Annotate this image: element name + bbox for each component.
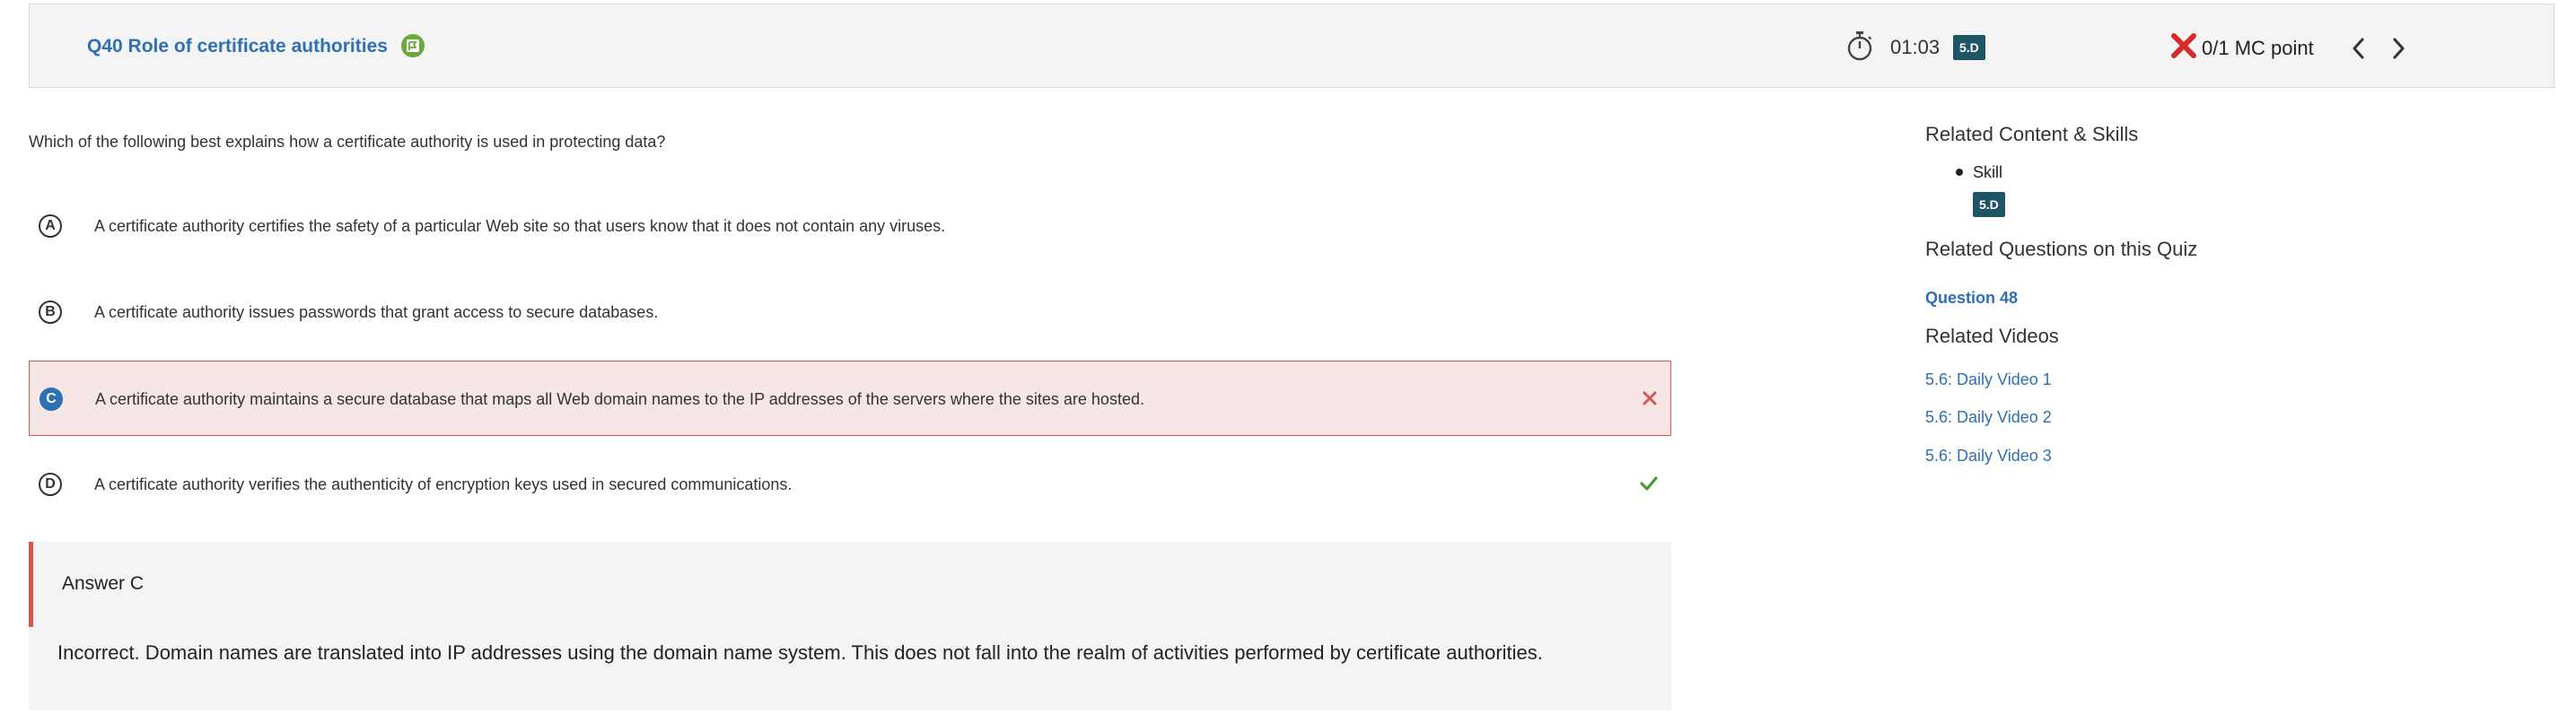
skill-badge: 5.D <box>1953 35 1985 60</box>
stopwatch-icon <box>1847 31 1872 61</box>
option-b-text: A certificate authority issues passwords… <box>94 303 659 321</box>
option-c-text: A certificate authority maintains a secu… <box>95 390 1144 408</box>
related-content-heading: Related Content & Skills <box>1925 123 2139 145</box>
option-a[interactable]: A A certificate authority certifies the … <box>29 188 1671 264</box>
quiz-review-page: Q40 Role of certificate authorities 01:0… <box>0 0 2576 714</box>
answer-panel: Answer C Incorrect. Domain names are tra… <box>29 542 1671 710</box>
option-d-letter: D <box>39 473 62 496</box>
option-d-text: A certificate authority verifies the aut… <box>94 475 793 493</box>
x-mark-icon <box>1643 391 1657 405</box>
timer-value: 01:03 <box>1890 36 1941 58</box>
answer-label: Answer C <box>62 573 145 594</box>
option-a-letter: A <box>39 214 62 238</box>
related-videos-heading: Related Videos <box>1925 325 2059 347</box>
skill-bullet <box>1956 169 1963 176</box>
video-link-3[interactable]: 5.6: Daily Video 3 <box>1925 446 2052 466</box>
option-b[interactable]: B A certificate authority issues passwor… <box>29 274 1671 350</box>
option-c[interactable]: C A certificate authority maintains a se… <box>29 361 1671 436</box>
check-mark-icon <box>1640 476 1658 491</box>
answer-explanation: Incorrect. Domain names are translated i… <box>57 641 1543 664</box>
flag-icon[interactable] <box>399 32 426 59</box>
skill-label: Skill <box>1973 163 2003 181</box>
option-d[interactable]: D A certificate authority verifies the a… <box>29 447 1671 522</box>
related-question-link[interactable]: Question 48 <box>1925 288 2018 308</box>
chevron-right-icon[interactable] <box>2388 37 2408 60</box>
related-questions-heading: Related Questions on this Quiz <box>1925 238 2198 260</box>
question-title: Q40 Role of certificate authorities <box>87 36 388 57</box>
question-header: Q40 Role of certificate authorities 01:0… <box>29 4 2554 88</box>
question-prompt: Which of the following best explains how… <box>29 133 666 151</box>
video-link-2[interactable]: 5.6: Daily Video 2 <box>1925 407 2052 427</box>
sidebar-skill-badge: 5.D <box>1973 192 2005 217</box>
answer-accent-bar <box>29 542 33 627</box>
option-c-letter: C <box>39 387 63 411</box>
chevron-left-icon[interactable] <box>2349 37 2369 60</box>
red-x-icon <box>2171 33 2196 58</box>
video-link-1[interactable]: 5.6: Daily Video 1 <box>1925 370 2052 389</box>
score-value: 0/1 MC point <box>2202 37 2314 59</box>
option-b-letter: B <box>39 300 62 324</box>
option-a-text: A certificate authority certifies the sa… <box>94 217 946 235</box>
